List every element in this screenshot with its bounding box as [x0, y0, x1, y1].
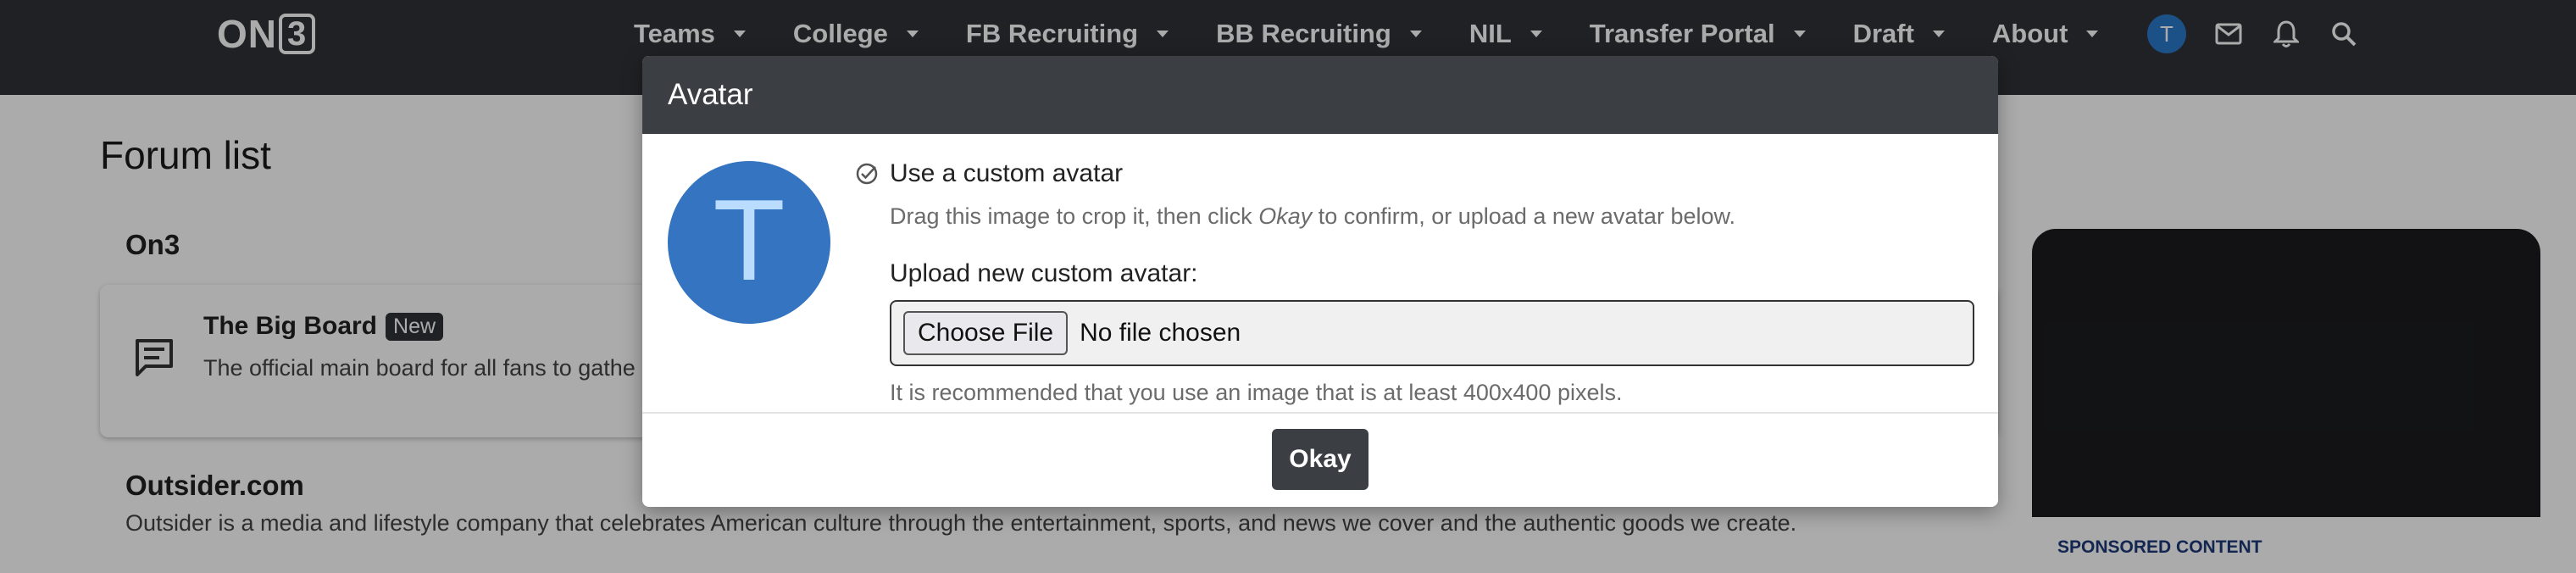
- modal-footer: Okay: [642, 412, 1998, 507]
- file-upload-input[interactable]: Choose File No file chosen: [890, 300, 1974, 366]
- modal-body: T Use a custom avatar Drag this image to…: [642, 134, 1998, 412]
- hint-prefix: Drag this image to crop it, then click: [890, 203, 1259, 229]
- check-circle-icon[interactable]: [854, 161, 880, 186]
- okay-button[interactable]: Okay: [1272, 429, 1368, 490]
- hint-suffix: to confirm, or upload a new avatar below…: [1312, 203, 1735, 229]
- choose-file-button[interactable]: Choose File: [903, 311, 1069, 355]
- no-file-text: No file chosen: [1080, 319, 1241, 347]
- custom-avatar-option[interactable]: Use a custom avatar: [854, 159, 1123, 188]
- crop-hint: Drag this image to crop it, then click O…: [890, 203, 1735, 230]
- custom-avatar-label: Use a custom avatar: [890, 159, 1124, 187]
- size-recommendation: It is recommended that you use an image …: [890, 380, 1623, 405]
- modal-header: Avatar: [642, 56, 1998, 134]
- hint-okay: Okay: [1258, 203, 1313, 229]
- avatar-preview[interactable]: T: [668, 161, 830, 324]
- avatar-modal: Avatar T Use a custom avatar Drag this i…: [642, 56, 1998, 507]
- upload-label: Upload new custom avatar:: [890, 259, 1198, 287]
- modal-title: Avatar: [668, 78, 753, 111]
